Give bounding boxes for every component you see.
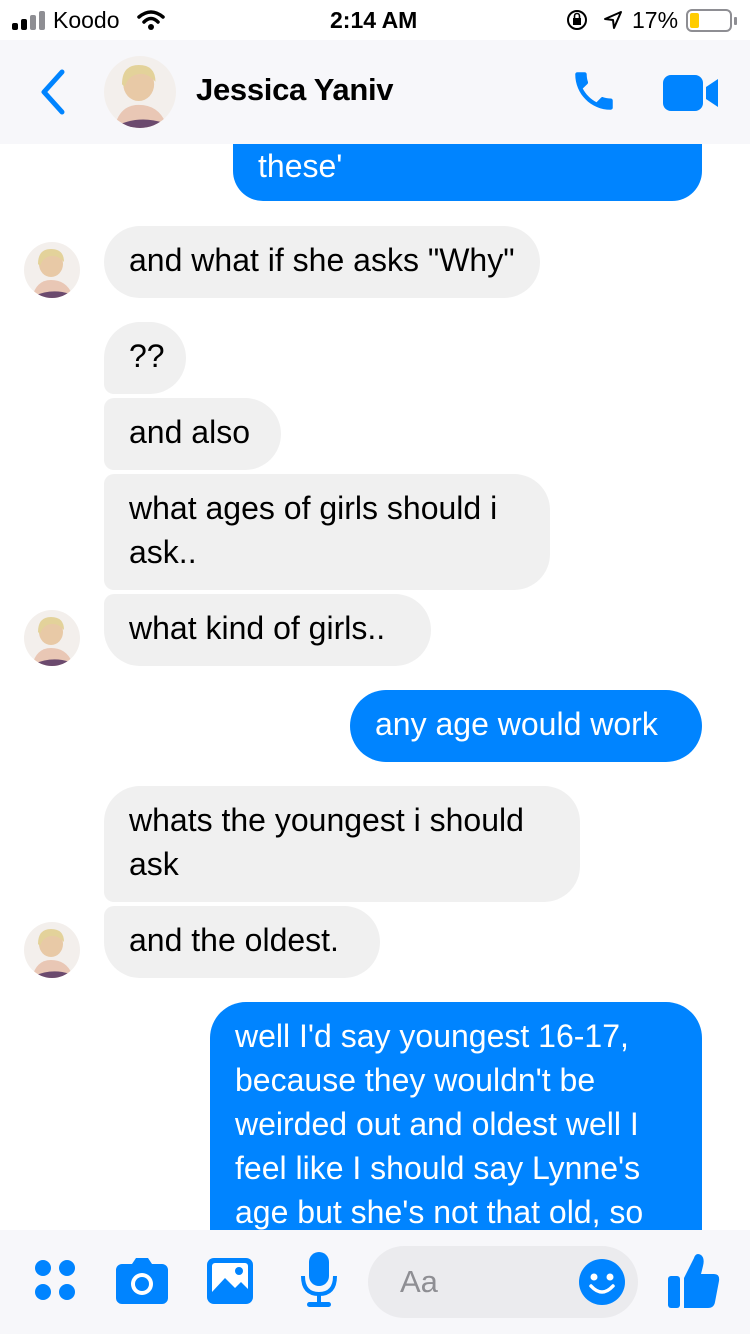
message-bubble-outgoing[interactable]: these' (233, 144, 702, 201)
battery-percent: 17% (632, 7, 679, 33)
message-bubble-incoming[interactable]: what ages of girls should i ask.. (104, 474, 550, 590)
clock: 2:14 AM (330, 7, 418, 33)
battery-icon (686, 9, 737, 32)
message-input-placeholder: Aa (400, 1264, 438, 1299)
sender-avatar (24, 922, 80, 978)
orientation-lock-icon (567, 10, 587, 30)
thumbs-up-icon[interactable] (668, 1252, 720, 1308)
wifi-icon (137, 10, 165, 30)
chevron-left-icon[interactable] (36, 68, 68, 116)
contact-avatar[interactable] (104, 56, 176, 128)
signal-icon (12, 11, 45, 30)
microphone-icon[interactable] (300, 1252, 338, 1308)
message-bubble-incoming[interactable]: and the oldest. (104, 906, 380, 978)
message-bubble-incoming[interactable]: and also (104, 398, 281, 470)
phone-icon[interactable] (569, 66, 619, 116)
status-bar: Koodo 2:14 AM 17% (0, 0, 750, 40)
message-bubble-incoming[interactable]: whats the youngest i should ask (104, 786, 580, 902)
message-bubble-outgoing[interactable]: any age would work (350, 690, 702, 762)
apps-icon[interactable] (34, 1259, 76, 1301)
carrier-label: Koodo (53, 7, 120, 33)
message-bubble-outgoing[interactable]: well I'd say youngest 16-17, because the… (210, 1002, 702, 1230)
video-camera-icon[interactable] (662, 74, 720, 112)
gallery-icon[interactable] (207, 1258, 253, 1304)
message-bubble-incoming[interactable]: what kind of girls.. (104, 594, 431, 666)
contact-name[interactable]: Jessica Yaniv (196, 72, 394, 108)
message-bubble-incoming[interactable]: ?? (104, 322, 186, 394)
camera-icon[interactable] (116, 1258, 168, 1304)
location-icon (604, 11, 622, 29)
message-list: these' and what if she asks "Why" ?? and… (0, 144, 750, 1230)
sender-avatar (24, 610, 80, 666)
message-bubble-incoming[interactable]: and what if she asks "Why" (104, 226, 540, 298)
sender-avatar (24, 242, 80, 298)
emoji-icon[interactable] (578, 1258, 626, 1306)
